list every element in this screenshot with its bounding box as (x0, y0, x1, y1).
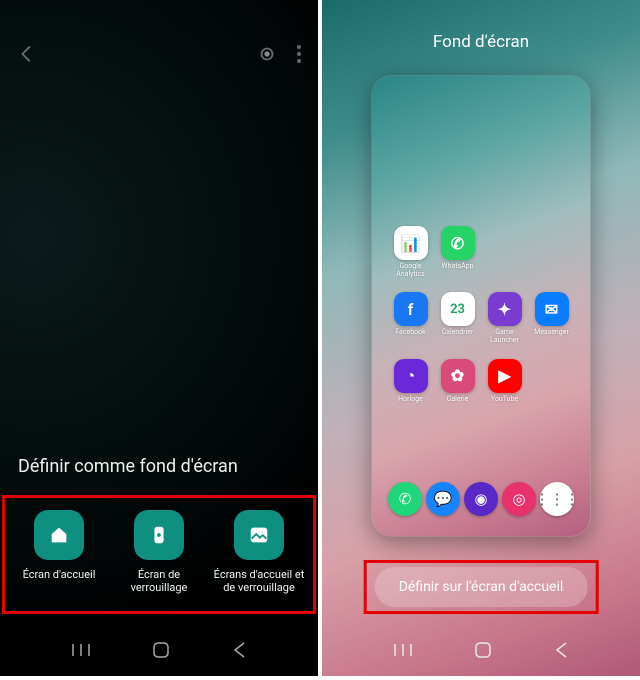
back-nav-icon[interactable] (231, 641, 247, 663)
app-icon-cell: ◔ Horloge (390, 359, 431, 404)
choice-row-highlight: Écran d'accueil Écran de verrouillage Éc… (2, 495, 316, 615)
choice-label: Écran de verrouillage (131, 568, 188, 596)
app-icon[interactable]: f (394, 292, 428, 326)
app-icon-cell: ✿ Galerie (437, 359, 478, 404)
app-icon-cell (531, 359, 572, 404)
app-label: Horloge (398, 396, 423, 404)
sheet-title: Définir comme fond d'écran (0, 438, 318, 495)
set-on-home-button[interactable]: Définir sur l'écran d'accueil (375, 567, 588, 607)
home-nav-icon[interactable] (474, 641, 492, 663)
app-label: Game Launcher (490, 329, 519, 344)
choice-label: Écran d'accueil (23, 568, 96, 582)
picture-icon (234, 510, 284, 560)
app-icon-cell: ✦ Game Launcher (484, 292, 525, 344)
app-icon[interactable]: 23 (441, 292, 475, 326)
apps-icon[interactable]: ⋮⋮⋮ (540, 482, 574, 516)
app-icon[interactable]: ▶ (488, 359, 522, 393)
app-icon-cell: ▶ YouTube (484, 359, 525, 404)
dock: ✆💬◉◎⋮⋮⋮ (386, 476, 576, 522)
choice-both-screens[interactable]: Écrans d'accueil et de verrouillage (209, 506, 309, 600)
app-label: YouTube (491, 396, 518, 404)
android-navbar (322, 628, 640, 676)
set-wallpaper-sheet: Définir comme fond d'écran Écran d'accue… (0, 438, 318, 629)
home-icon (34, 510, 84, 560)
app-label: Galerie (447, 396, 469, 404)
app-icon-cell: 📊 Google Analytics (390, 226, 431, 278)
android-navbar (0, 628, 318, 676)
app-icon[interactable]: ✿ (441, 359, 475, 393)
recent-apps-icon[interactable] (71, 642, 91, 662)
app-icon-cell: 23 Calendrier (437, 292, 478, 344)
phone-icon[interactable]: ✆ (388, 482, 422, 516)
messages-icon[interactable]: 💬 (426, 482, 460, 516)
app-grid: 📊 Google Analytics ✆ WhatsApp f Facebook 23 Cal… (390, 226, 572, 403)
app-icon-cell: f Facebook (390, 292, 431, 344)
app-icon-cell: ✉ Messenger (531, 292, 572, 344)
page-title: Fond d'écran (322, 32, 640, 52)
app-label: Messenger (534, 329, 569, 337)
camera-icon[interactable]: ◎ (502, 482, 536, 516)
choice-label: Écrans d'accueil et de verrouillage (214, 568, 305, 596)
app-icon[interactable]: 📊 (394, 226, 428, 260)
more-icon[interactable] (296, 43, 302, 69)
browser-icon[interactable]: ◉ (464, 482, 498, 516)
left-screenshot: Définir comme fond d'écran Écran d'accue… (0, 0, 318, 676)
app-icon[interactable]: ✉ (535, 292, 569, 326)
link-icon[interactable] (256, 43, 278, 69)
app-icon[interactable]: ✦ (488, 292, 522, 326)
app-icon[interactable]: ✆ (441, 226, 475, 260)
choice-home-screen[interactable]: Écran d'accueil (9, 506, 109, 600)
back-icon[interactable] (16, 43, 38, 69)
lock-icon (134, 510, 184, 560)
top-bar (0, 38, 318, 74)
back-nav-icon[interactable] (553, 641, 569, 663)
choice-lock-screen[interactable]: Écran de verrouillage (109, 506, 209, 600)
app-label: Facebook (395, 329, 425, 337)
app-label: Calendrier (442, 329, 474, 337)
app-icon[interactable]: ◔ (394, 359, 428, 393)
recent-apps-icon[interactable] (393, 642, 413, 662)
home-nav-icon[interactable] (152, 641, 170, 663)
app-label: Google Analytics (396, 263, 425, 278)
home-screen-preview: 📊 Google Analytics ✆ WhatsApp f Facebook 23 Cal… (372, 76, 590, 536)
app-icon-cell (531, 226, 572, 278)
set-button-highlight: Définir sur l'écran d'accueil (364, 560, 599, 614)
app-icon-cell: ✆ WhatsApp (437, 226, 478, 278)
app-icon-cell (484, 226, 525, 278)
app-label: WhatsApp (441, 263, 473, 271)
right-screenshot: Fond d'écran 📊 Google Analytics ✆ WhatsApp f… (322, 0, 640, 676)
